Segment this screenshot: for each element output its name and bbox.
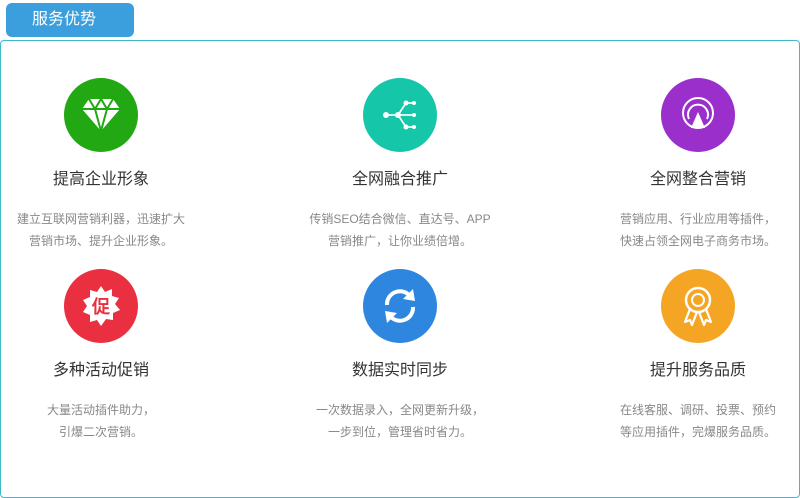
feature-title: 数据实时同步 [351, 362, 448, 379]
feature-title: 提升服务品质 [649, 362, 746, 379]
promo-badge-icon: 促 [64, 269, 138, 343]
feature-card-promotions: 促 多种活动促销 大量活动插件助力， 引爆二次营销。 [0, 269, 211, 443]
feature-card-brand-image: 提高企业形象 建立互联网营销利器，迅速扩大 营销市场、提升企业形象。 [0, 78, 211, 252]
diamond-icon [64, 78, 138, 152]
feature-card-network-promotion: 全网融合推广 传销SEO结合微信、直达号、APP 营销推广，让你业绩倍增。 [290, 78, 510, 252]
feature-description: 传销SEO结合微信、直达号、APP 营销推广，让你业绩倍增。 [309, 212, 491, 248]
feature-title: 全网融合推广 [351, 171, 448, 188]
features-panel: 提高企业形象 建立互联网营销利器，迅速扩大 营销市场、提升企业形象。 全网融合推… [0, 40, 800, 498]
feature-description: 在线客服、调研、投票、预约 等应用插件，完爆服务品质。 [619, 403, 776, 439]
award-icon [661, 269, 735, 343]
feature-description: 一次数据录入，全网更新升级， 一步到位，管理省时省力。 [315, 403, 484, 439]
feature-description: 大量活动插件助力， 引爆二次营销。 [46, 403, 155, 439]
network-icon [363, 78, 437, 152]
promo-badge-label: 促 [91, 296, 111, 318]
feature-title: 提高企业形象 [52, 171, 149, 188]
signal-icon [661, 78, 735, 152]
feature-card-data-sync: 数据实时同步 一次数据录入，全网更新升级， 一步到位，管理省时省力。 [290, 269, 510, 443]
section-tab: 服务优势 [6, 3, 134, 37]
feature-description: 建立互联网营销利器，迅速扩大 营销市场、提升企业形象。 [16, 212, 185, 248]
feature-card-service-quality: 提升服务品质 在线客服、调研、投票、预约 等应用插件，完爆服务品质。 [588, 269, 800, 443]
feature-title: 多种活动促销 [52, 362, 149, 379]
feature-description: 营销应用、行业应用等插件， 快速占领全网电子商务市场。 [619, 212, 776, 248]
feature-card-integrated-marketing: 全网整合营销 营销应用、行业应用等插件， 快速占领全网电子商务市场。 [588, 78, 800, 252]
sync-icon [363, 269, 437, 343]
feature-title: 全网整合营销 [649, 171, 746, 188]
